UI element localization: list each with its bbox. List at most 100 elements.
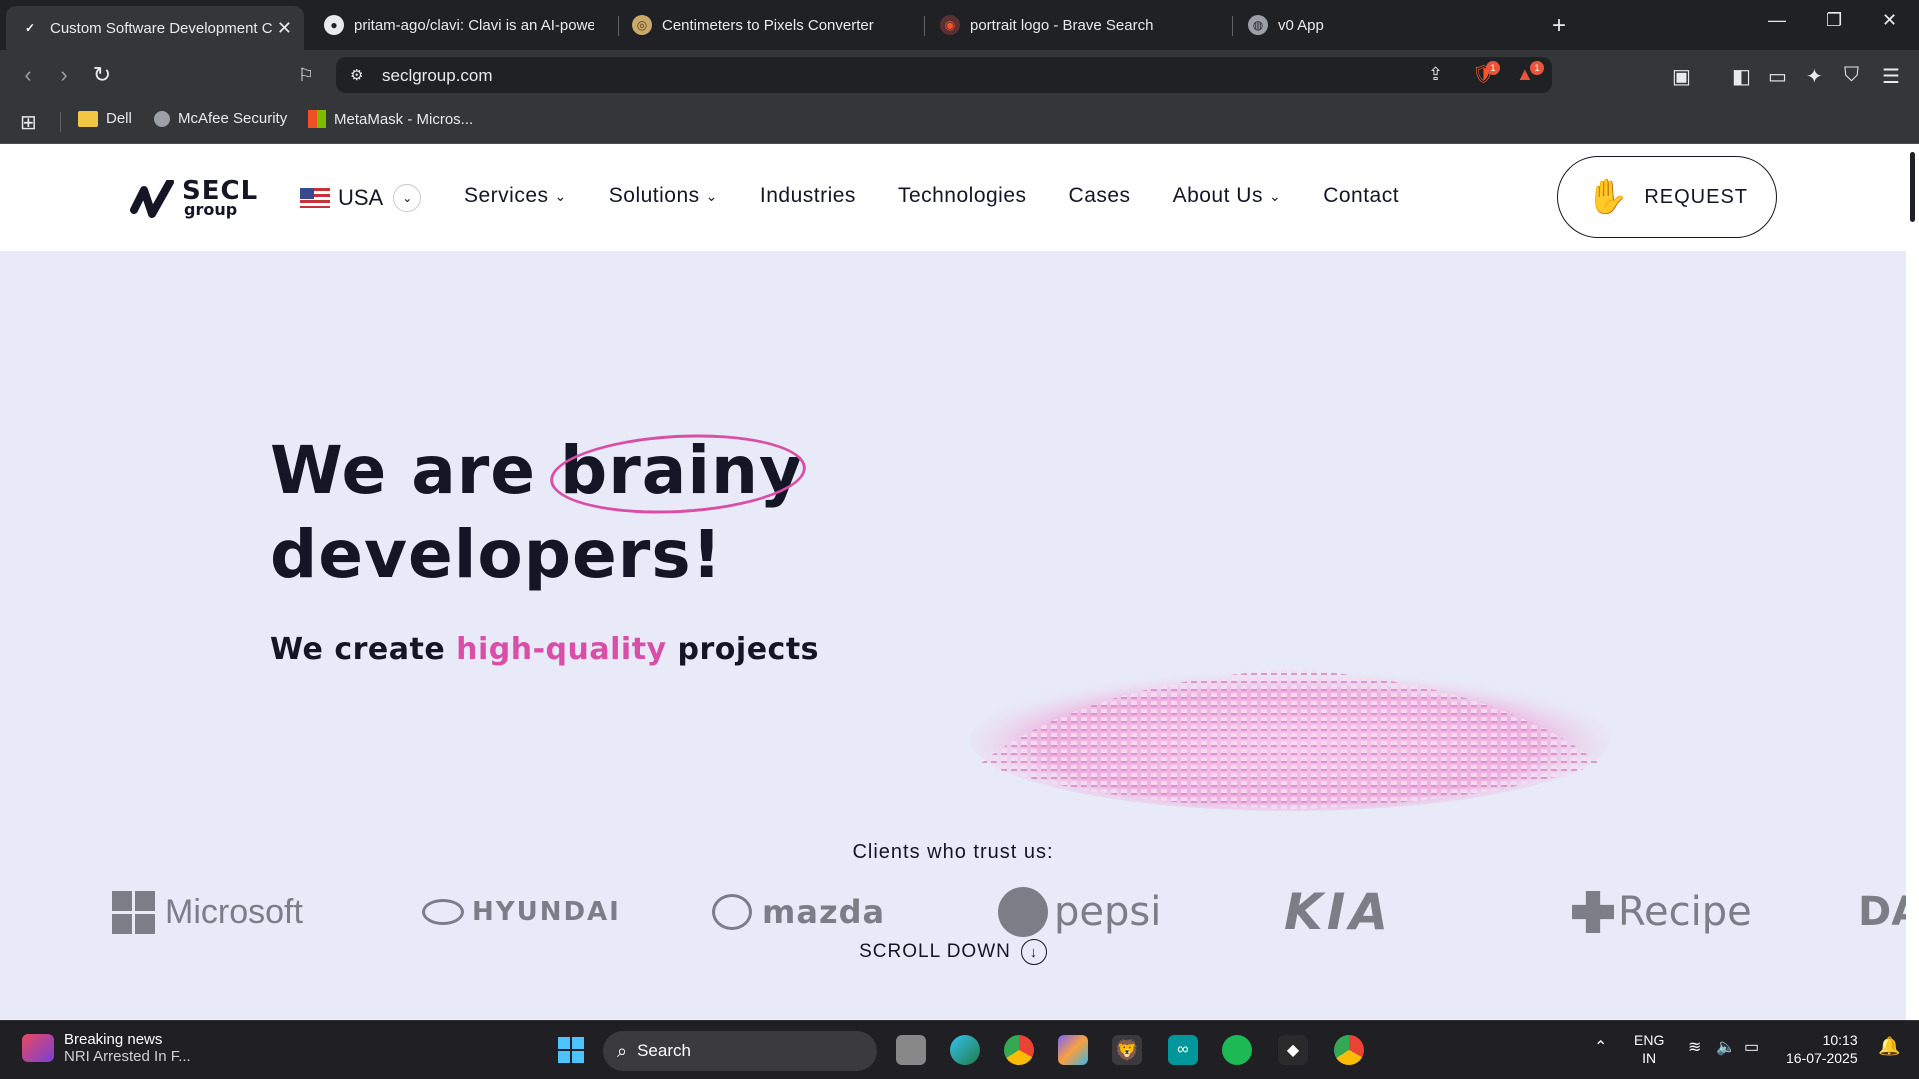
client-name: mazda bbox=[762, 893, 886, 931]
wifi-icon[interactable]: ≋ bbox=[1688, 1039, 1701, 1057]
client-logo-mazda: mazda bbox=[712, 882, 885, 942]
request-button[interactable]: ✋ REQUEST bbox=[1557, 156, 1777, 238]
nav-label: Services bbox=[464, 184, 549, 207]
bookmark-label: MetaMask - Micros... bbox=[334, 110, 474, 128]
back-button[interactable]: ‹ bbox=[14, 61, 42, 89]
bookmark-label: Dell bbox=[106, 110, 132, 127]
menu-icon[interactable]: ☰ bbox=[1882, 64, 1900, 89]
url-text[interactable]: seclgroup.com bbox=[382, 66, 493, 86]
chevron-up-icon[interactable]: ⌃ bbox=[1594, 1039, 1607, 1057]
hero-title-highlight: brainy bbox=[548, 428, 808, 520]
scrollbar-thumb[interactable] bbox=[1910, 152, 1915, 222]
windows-taskbar: Breaking news NRI Arrested In F... ⌕ Sea… bbox=[0, 1020, 1919, 1079]
tab-label: v0 App bbox=[1278, 16, 1324, 34]
clock[interactable]: 10:13 16-07-2025 bbox=[1786, 1031, 1858, 1067]
app-cube-icon[interactable]: ◆ bbox=[1278, 1035, 1308, 1065]
tab-converter[interactable]: ◎ Centimeters to Pixels Converter bbox=[618, 6, 918, 44]
secl-logo[interactable]: SECL group bbox=[130, 176, 270, 220]
notifications-icon[interactable]: 🔔 bbox=[1878, 1037, 1900, 1055]
microsoft-icon bbox=[308, 110, 326, 128]
tab-brave-search[interactable]: ◉ portrait logo - Brave Search bbox=[926, 6, 1226, 44]
leo-ai-icon[interactable]: ✦ bbox=[1806, 64, 1823, 89]
restore-button[interactable]: ❐ bbox=[1826, 10, 1842, 31]
address-bar[interactable]: ⚙ seclgroup.com ⇪ 🛡 1 ▲ 1 bbox=[336, 57, 1552, 93]
nav-services[interactable]: Services ⌄ bbox=[464, 184, 567, 208]
volume-icon[interactable]: 🔈 bbox=[1716, 1039, 1736, 1057]
minimize-button[interactable]: — bbox=[1768, 10, 1786, 31]
nav-solutions[interactable]: Solutions ⌄ bbox=[609, 184, 718, 208]
nav-technologies[interactable]: Technologies bbox=[898, 184, 1027, 208]
arduino-icon[interactable]: ∞ bbox=[1168, 1035, 1198, 1065]
close-window-button[interactable]: ✕ bbox=[1882, 10, 1897, 31]
tab-secl[interactable]: ✓ Custom Software Development C ✕ bbox=[6, 6, 304, 50]
github-icon: ● bbox=[324, 15, 344, 35]
language-indicator[interactable]: ENG IN bbox=[1634, 1031, 1664, 1067]
search-label: Search bbox=[637, 1041, 691, 1060]
spotify-icon[interactable] bbox=[1222, 1035, 1252, 1065]
site-settings-icon[interactable]: ⚙ bbox=[350, 66, 363, 84]
client-name: HYUNDAI bbox=[472, 897, 621, 927]
chevron-down-icon[interactable]: ⌄ bbox=[393, 184, 422, 212]
region-selector[interactable]: USA ⌄ bbox=[300, 184, 422, 212]
tab-separator bbox=[924, 16, 925, 36]
client-logo-recipe: Recipe bbox=[1572, 882, 1752, 942]
vpn-icon[interactable]: ⛉ bbox=[1844, 64, 1859, 87]
nav-industries[interactable]: Industries bbox=[760, 184, 856, 208]
sidebar-icon[interactable]: ◧ bbox=[1732, 64, 1751, 89]
hero-subtitle: We create high-quality projects bbox=[270, 632, 819, 667]
task-view-icon[interactable] bbox=[896, 1035, 926, 1065]
copilot-icon[interactable] bbox=[1058, 1035, 1088, 1065]
bookmark-divider bbox=[60, 112, 61, 132]
nav-label: Cases bbox=[1068, 184, 1131, 207]
news-subtitle: NRI Arrested In F... bbox=[64, 1048, 191, 1065]
hero-sub-accent: high-quality bbox=[456, 632, 667, 667]
close-tab-icon[interactable]: ✕ bbox=[277, 18, 292, 39]
arrow-down-icon: ↓ bbox=[1020, 939, 1047, 965]
edge-icon[interactable] bbox=[950, 1035, 980, 1065]
client-name: DA bbox=[1858, 889, 1906, 935]
news-icon bbox=[22, 1034, 54, 1062]
brave-icon[interactable]: 🦁 bbox=[1112, 1035, 1142, 1065]
client-name: pepsi bbox=[1054, 889, 1162, 935]
secl-favicon: ✓ bbox=[24, 21, 36, 35]
bookmark-dell[interactable]: Dell bbox=[78, 110, 132, 127]
tab-label: Centimeters to Pixels Converter bbox=[662, 16, 874, 34]
reader-mode-icon[interactable]: ▣ bbox=[1672, 64, 1691, 89]
cube-pile-image bbox=[970, 667, 1610, 811]
bookmark-metamask[interactable]: MetaMask - Micros... bbox=[308, 110, 473, 128]
share-icon[interactable]: ⇪ bbox=[1428, 64, 1443, 85]
client-name: Recipe bbox=[1618, 889, 1752, 935]
bookmark-icon[interactable]: ⚐ bbox=[292, 61, 320, 89]
clock-date: 16-07-2025 bbox=[1786, 1050, 1858, 1066]
mazda-logo-icon bbox=[712, 894, 752, 930]
wallet-icon[interactable]: ▭ bbox=[1768, 64, 1787, 89]
taskbar-search[interactable]: ⌕ Search bbox=[603, 1031, 877, 1071]
windows-start-icon[interactable] bbox=[556, 1035, 586, 1065]
globe-icon: ◍ bbox=[1248, 15, 1268, 35]
new-tab-button[interactable]: + bbox=[1552, 12, 1566, 40]
news-widget[interactable]: Breaking news NRI Arrested In F... bbox=[22, 1031, 191, 1065]
pepsi-logo-icon bbox=[998, 887, 1048, 937]
converter-favicon: ◎ bbox=[632, 15, 652, 35]
nav-cases[interactable]: Cases bbox=[1069, 184, 1131, 208]
forward-button[interactable]: › bbox=[50, 61, 78, 89]
reload-button[interactable]: ↻ bbox=[88, 61, 116, 89]
chrome-profile-icon[interactable] bbox=[1334, 1035, 1364, 1065]
hero-sub-post: projects bbox=[666, 632, 820, 667]
page-scrollbar[interactable] bbox=[1906, 144, 1919, 1020]
tab-v0[interactable]: ◍ v0 App bbox=[1234, 6, 1534, 44]
apps-grid-icon[interactable]: ⊞ bbox=[20, 110, 37, 135]
battery-icon[interactable]: ▭ bbox=[1744, 1039, 1759, 1057]
logo-subtext: group bbox=[184, 200, 238, 219]
bookmark-label: McAfee Security bbox=[178, 110, 288, 127]
nav-about-us[interactable]: About Us ⌄ bbox=[1173, 184, 1282, 208]
bookmark-mcafee[interactable]: McAfee Security bbox=[154, 110, 287, 127]
chrome-icon[interactable] bbox=[1004, 1035, 1034, 1065]
scroll-down-button[interactable]: SCROLL DOWN ↓ bbox=[0, 939, 1906, 965]
request-label: REQUEST bbox=[1644, 185, 1749, 208]
nav-label: About Us bbox=[1172, 184, 1263, 207]
hero-sub-pre: We create bbox=[270, 632, 457, 667]
nav-contact[interactable]: Contact bbox=[1323, 184, 1399, 208]
tab-github[interactable]: ● pritam-ago/clavi: Clavi is an AI-powe bbox=[310, 6, 608, 44]
microsoft-logo-icon bbox=[112, 890, 155, 934]
